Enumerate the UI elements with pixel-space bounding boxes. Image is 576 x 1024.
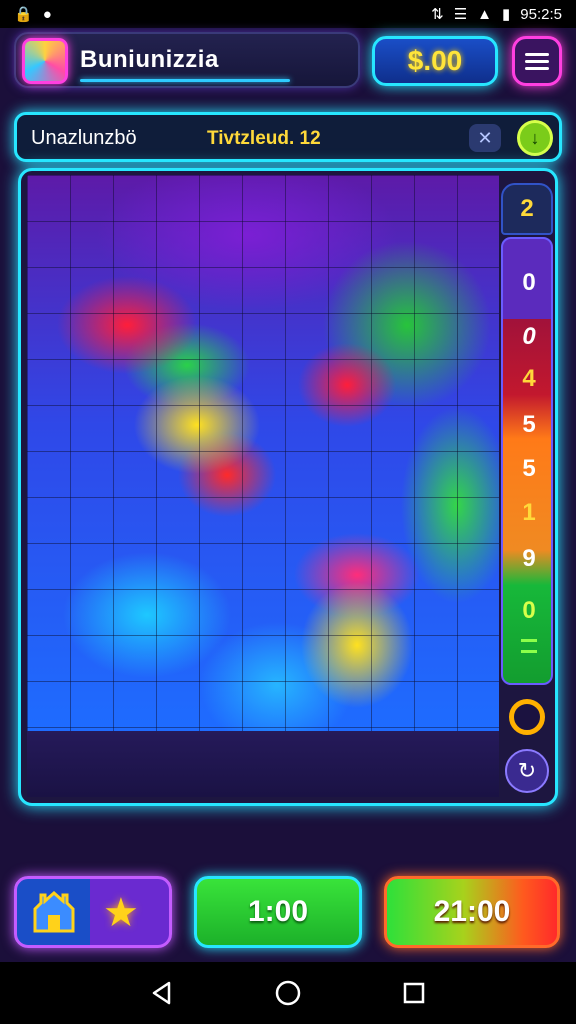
puzzle-board: 2 0 0 4 5 5 1 9 0 ↻ [18, 168, 558, 806]
puzzle-info-bar: Unazlunzbö Tivtzleud. 12 ✕ ↓ [14, 112, 562, 162]
cat-icon: ● [42, 5, 52, 23]
puzzle-image[interactable] [27, 175, 499, 731]
status-left: 🔒 ● [14, 5, 52, 24]
menu-button[interactable] [512, 36, 562, 86]
menu-icon-line [525, 59, 549, 63]
system-nav-bar [0, 962, 576, 1024]
menu-icon-line [525, 66, 549, 70]
rail-digit: 0 [522, 597, 536, 624]
vibrate-icon: ⇅ [431, 6, 444, 23]
rail-digit: 5 [522, 411, 536, 438]
close-icon[interactable]: ✕ [469, 124, 501, 152]
menu-icon-line [525, 52, 549, 56]
time-button[interactable]: 1:00 [194, 876, 362, 948]
status-time: 95:2:5 [520, 5, 562, 23]
wifi-icon: ☰ [453, 6, 468, 23]
rail-digit: 1 [522, 499, 536, 526]
rail-marker-icon [521, 639, 537, 653]
title-progress-bar [80, 79, 290, 82]
app-logo-icon[interactable] [22, 38, 68, 84]
top-bar: Buniunizzia $.00 [14, 30, 562, 92]
battery-icon: ▮ [502, 6, 511, 23]
lock-icon: 🔒 [14, 6, 33, 23]
level-label: Tivtzleud. 12 [207, 128, 321, 149]
hint-icon[interactable]: ↓ [517, 120, 553, 156]
status-bar: 🔒 ● ⇅ ☰ ▲ ▮ 95:2:5 [0, 0, 576, 28]
puzzle-name: Unazlunzbö [31, 127, 137, 149]
home-icon[interactable] [274, 979, 302, 1007]
jigsaw-pieces-grid[interactable] [27, 175, 499, 731]
recent-apps-icon[interactable] [401, 980, 427, 1006]
back-icon[interactable] [149, 980, 175, 1006]
bottom-bar: ★ 1:00 21:00 [14, 876, 562, 948]
ring-icon[interactable] [509, 699, 545, 735]
rail-digit: 5 [522, 455, 536, 482]
status-right: ⇅ ☰ ▲ ▮ 95:2:5 [431, 5, 562, 24]
star-icon[interactable]: ★ [103, 891, 139, 935]
rail-digit: 4 [522, 365, 536, 392]
title-pill: Buniunizzia [14, 32, 360, 88]
signal-icon: ▲ [477, 5, 493, 23]
rail-counter: 2 [501, 183, 553, 235]
rail-digit: 0 [522, 269, 536, 296]
rail-strip[interactable]: 0 0 4 5 5 1 9 0 [501, 237, 553, 685]
tools-pill: ★ [14, 876, 172, 948]
coin-balance-button[interactable]: $.00 [372, 36, 498, 86]
rotate-icon[interactable]: ↻ [505, 749, 549, 793]
piece-tray[interactable] [27, 731, 499, 797]
side-rail: 2 0 0 4 5 5 1 9 0 ↻ [501, 183, 553, 799]
castle-icon[interactable] [31, 891, 77, 935]
app-title: Buniunizzia [80, 46, 219, 73]
rail-digit: 9 [522, 545, 536, 572]
rail-digit: 0 [522, 323, 536, 350]
score-button[interactable]: 21:00 [384, 876, 560, 948]
